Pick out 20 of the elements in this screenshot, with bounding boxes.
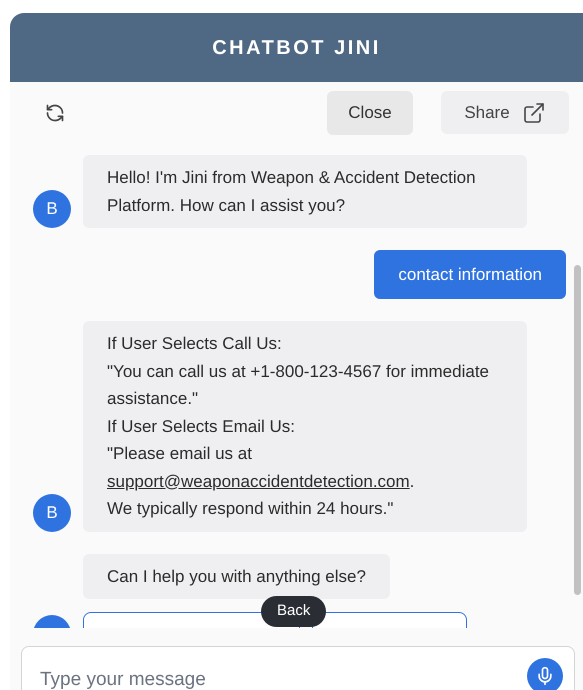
share-button[interactable]: Share: [441, 91, 569, 134]
punctuation: .: [410, 472, 414, 490]
message-input[interactable]: Type your message: [21, 646, 575, 690]
message-line: "You can call us at +1-800-123-4567 for immediate assistance.": [107, 360, 490, 410]
tooltip: Back: [261, 596, 326, 627]
message-line: If User Selects Email Us:: [107, 416, 296, 438]
message-line: Hello! I'm Jini from Weapon & Accident Detection Platform. How can I assist you?: [107, 167, 477, 216]
bot-avatar: B: [33, 190, 71, 228]
message-line: Can I help you with anything else?: [107, 566, 366, 588]
scrollbar[interactable]: [574, 265, 581, 595]
external-link-icon: [522, 100, 546, 124]
user-message: contact information: [374, 250, 566, 299]
message-line: If User Selects Call Us:: [107, 333, 283, 355]
refresh-icon[interactable]: [45, 102, 65, 122]
chat-title: CHATBOT JINI: [212, 36, 381, 60]
email-link[interactable]: support@weaponaccidentdetection.com: [107, 472, 410, 490]
message-line: "Please email us at: [107, 443, 253, 465]
close-button[interactable]: Close: [327, 90, 413, 134]
message-line: We typically respond within 24 hours.": [107, 498, 394, 520]
bot-avatar: B: [33, 494, 71, 532]
